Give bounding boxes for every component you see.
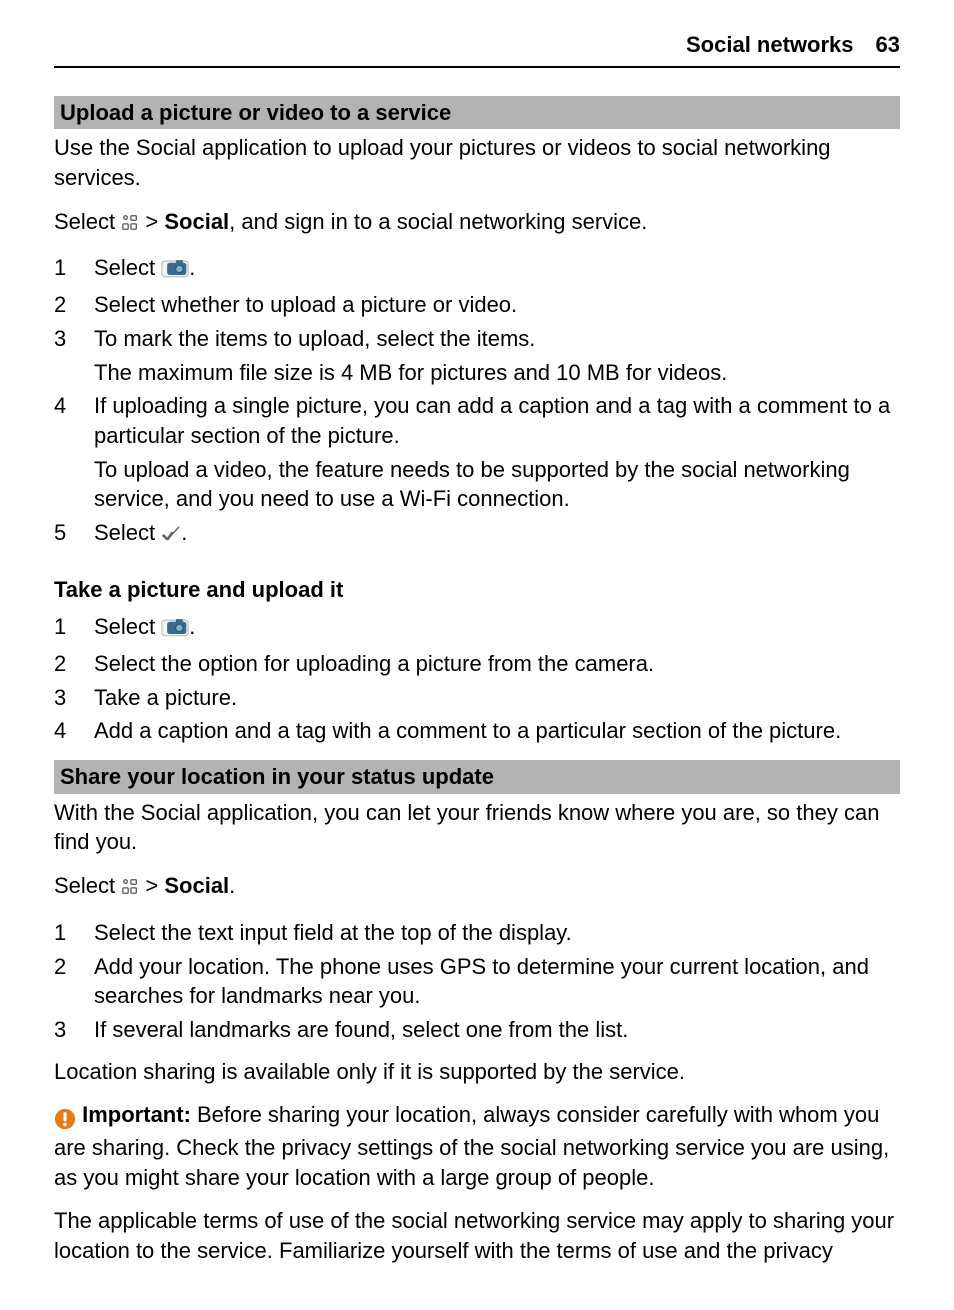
take-picture-steps: 1 Select . 2 Select the option for uploa…: [54, 612, 900, 750]
step-text: If uploading a single picture, you can a…: [94, 391, 900, 450]
menu-grid-icon: [121, 874, 139, 904]
text: , and sign in to a social networking ser…: [229, 209, 647, 234]
section-heading-upload: Upload a picture or video to a service: [54, 96, 900, 130]
step-number: 4: [54, 716, 94, 746]
step-text: Select whether to upload a picture or vi…: [94, 290, 900, 320]
text: .: [181, 520, 187, 545]
step-number: 1: [54, 612, 94, 642]
list-item: 3 If several landmarks are found, select…: [54, 1015, 900, 1049]
step-number: 3: [54, 1015, 94, 1045]
step-text: If several landmarks are found, select o…: [94, 1015, 900, 1045]
list-item: 1 Select .: [54, 612, 900, 649]
share-location-steps: 1 Select the text input field at the top…: [54, 918, 900, 1049]
step-number: 4: [54, 391, 94, 421]
step-text: Select .: [94, 518, 900, 551]
camera-icon: [161, 615, 189, 645]
step-number: 1: [54, 253, 94, 283]
list-item: 3 To mark the items to upload, select th…: [54, 324, 900, 391]
text: Select: [94, 255, 161, 280]
select-social-line-1: Select > Social, and sign in to a social…: [54, 207, 900, 240]
list-item: 4 Add a caption and a tag with a comment…: [54, 716, 900, 750]
text: Select: [94, 614, 161, 639]
list-item: 3 Take a picture.: [54, 683, 900, 717]
checkmark-icon: [161, 521, 181, 551]
step-text: The maximum file size is 4 MB for pictur…: [94, 358, 900, 388]
document-page: Social networks 63 Upload a picture or vi…: [0, 0, 954, 1310]
subsection-heading-take-picture: Take a picture and upload it: [54, 575, 900, 605]
upload-steps: 1 Select . 2 Select whether to upload a …: [54, 253, 900, 554]
social-app-name: Social: [164, 873, 229, 898]
step-number: 3: [54, 683, 94, 713]
step-text: To mark the items to upload, select the …: [94, 324, 900, 354]
step-text: Take a picture.: [94, 683, 900, 713]
step-number: 2: [54, 952, 94, 982]
text: Select: [54, 873, 121, 898]
step-text: Select .: [94, 612, 900, 645]
text: >: [145, 873, 164, 898]
important-label: Important:: [82, 1102, 191, 1127]
select-social-line-2: Select > Social.: [54, 871, 900, 904]
text: Select: [94, 520, 161, 545]
social-app-name: Social: [164, 209, 229, 234]
list-item: 2 Select the option for uploading a pict…: [54, 649, 900, 683]
section1-intro: Use the Social application to upload you…: [54, 133, 900, 192]
running-header: Social networks 63: [54, 30, 900, 68]
text: Select: [54, 209, 121, 234]
text: .: [189, 614, 195, 639]
step-text: Add your location. The phone uses GPS to…: [94, 952, 900, 1011]
important-icon: [54, 1103, 76, 1133]
step-text: Select .: [94, 253, 900, 286]
step-text: Select the text input field at the top o…: [94, 918, 900, 948]
location-note: Location sharing is available only if it…: [54, 1057, 900, 1087]
menu-grid-icon: [121, 210, 139, 240]
step-text: To upload a video, the feature needs to …: [94, 455, 900, 514]
list-item: 2 Select whether to upload a picture or …: [54, 290, 900, 324]
list-item: 1 Select the text input field at the top…: [54, 918, 900, 952]
list-item: 5 Select .: [54, 518, 900, 555]
text: >: [145, 209, 164, 234]
list-item: 4 If uploading a single picture, you can…: [54, 391, 900, 518]
step-number: 3: [54, 324, 94, 354]
list-item: 1 Select .: [54, 253, 900, 290]
step-text: Add a caption and a tag with a comment t…: [94, 716, 900, 746]
step-number: 2: [54, 290, 94, 320]
section2-intro: With the Social application, you can let…: [54, 798, 900, 857]
text: .: [229, 873, 235, 898]
step-number: 2: [54, 649, 94, 679]
camera-icon: [161, 256, 189, 286]
header-section: Social networks: [686, 32, 854, 57]
step-number: 5: [54, 518, 94, 548]
step-text: Select the option for uploading a pictur…: [94, 649, 900, 679]
terms-paragraph: The applicable terms of use of the socia…: [54, 1206, 900, 1265]
list-item: 2 Add your location. The phone uses GPS …: [54, 952, 900, 1015]
header-page-number: 63: [876, 32, 900, 57]
step-number: 1: [54, 918, 94, 948]
text: .: [189, 255, 195, 280]
section-heading-share-location: Share your location in your status updat…: [54, 760, 900, 794]
important-paragraph: Important: Before sharing your location,…: [54, 1100, 900, 1192]
